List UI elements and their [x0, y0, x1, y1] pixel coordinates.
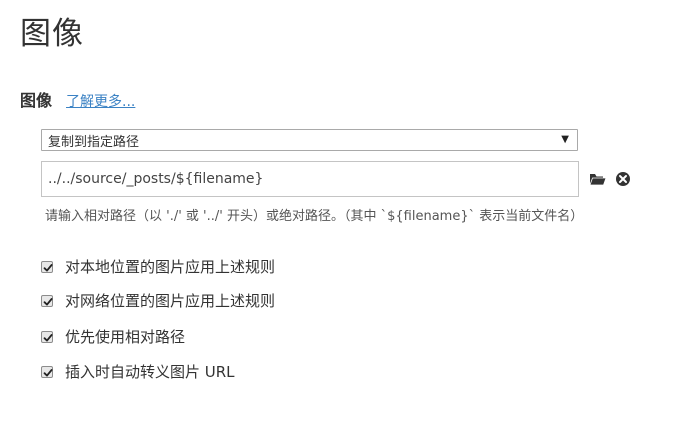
learn-more-link[interactable]: 了解更多...: [66, 91, 135, 111]
checkbox-escape-url[interactable]: [41, 365, 53, 378]
checkmark-icon: [43, 333, 53, 341]
option-network-images[interactable]: 对网络位置的图片应用上述规则: [41, 290, 275, 311]
option-label: 对网络位置的图片应用上述规则: [65, 292, 276, 310]
option-label: 优先使用相对路径: [65, 328, 186, 346]
checkbox-local-images[interactable]: [41, 260, 53, 273]
select-value: 复制到指定路径: [48, 134, 140, 150]
checkmark-icon: [43, 263, 53, 271]
option-prefer-relative-path[interactable]: 优先使用相对路径: [41, 326, 185, 347]
checkmark-icon: [43, 297, 53, 305]
image-action-select[interactable]: 复制到指定路径 ▼: [41, 129, 578, 151]
preferences-image-page: 图像 图像 了解更多... 复制到指定路径 ▼ 请输入相对路径（以 './' 或…: [0, 0, 690, 448]
option-label: 插入时自动转义图片 URL: [65, 363, 235, 381]
clear-circle-icon[interactable]: [614, 170, 632, 188]
folder-open-icon[interactable]: [589, 170, 607, 188]
option-local-images[interactable]: 对本地位置的图片应用上述规则: [41, 256, 275, 277]
section-header: 图像 了解更多...: [20, 87, 135, 111]
option-label: 对本地位置的图片应用上述规则: [65, 258, 276, 276]
page-title: 图像: [20, 16, 84, 52]
option-escape-url[interactable]: 插入时自动转义图片 URL: [41, 361, 235, 382]
section-title: 图像: [20, 91, 53, 110]
image-path-input[interactable]: [41, 161, 579, 197]
checkmark-icon: [43, 368, 53, 376]
chevron-down-icon: ▼: [561, 134, 569, 145]
path-hint-text: 请输入相对路径（以 './' 或 '../' 开头）或绝对路径。（其中 `${f…: [45, 209, 584, 224]
checkbox-network-images[interactable]: [41, 294, 53, 307]
checkbox-prefer-relative-path[interactable]: [41, 330, 53, 343]
